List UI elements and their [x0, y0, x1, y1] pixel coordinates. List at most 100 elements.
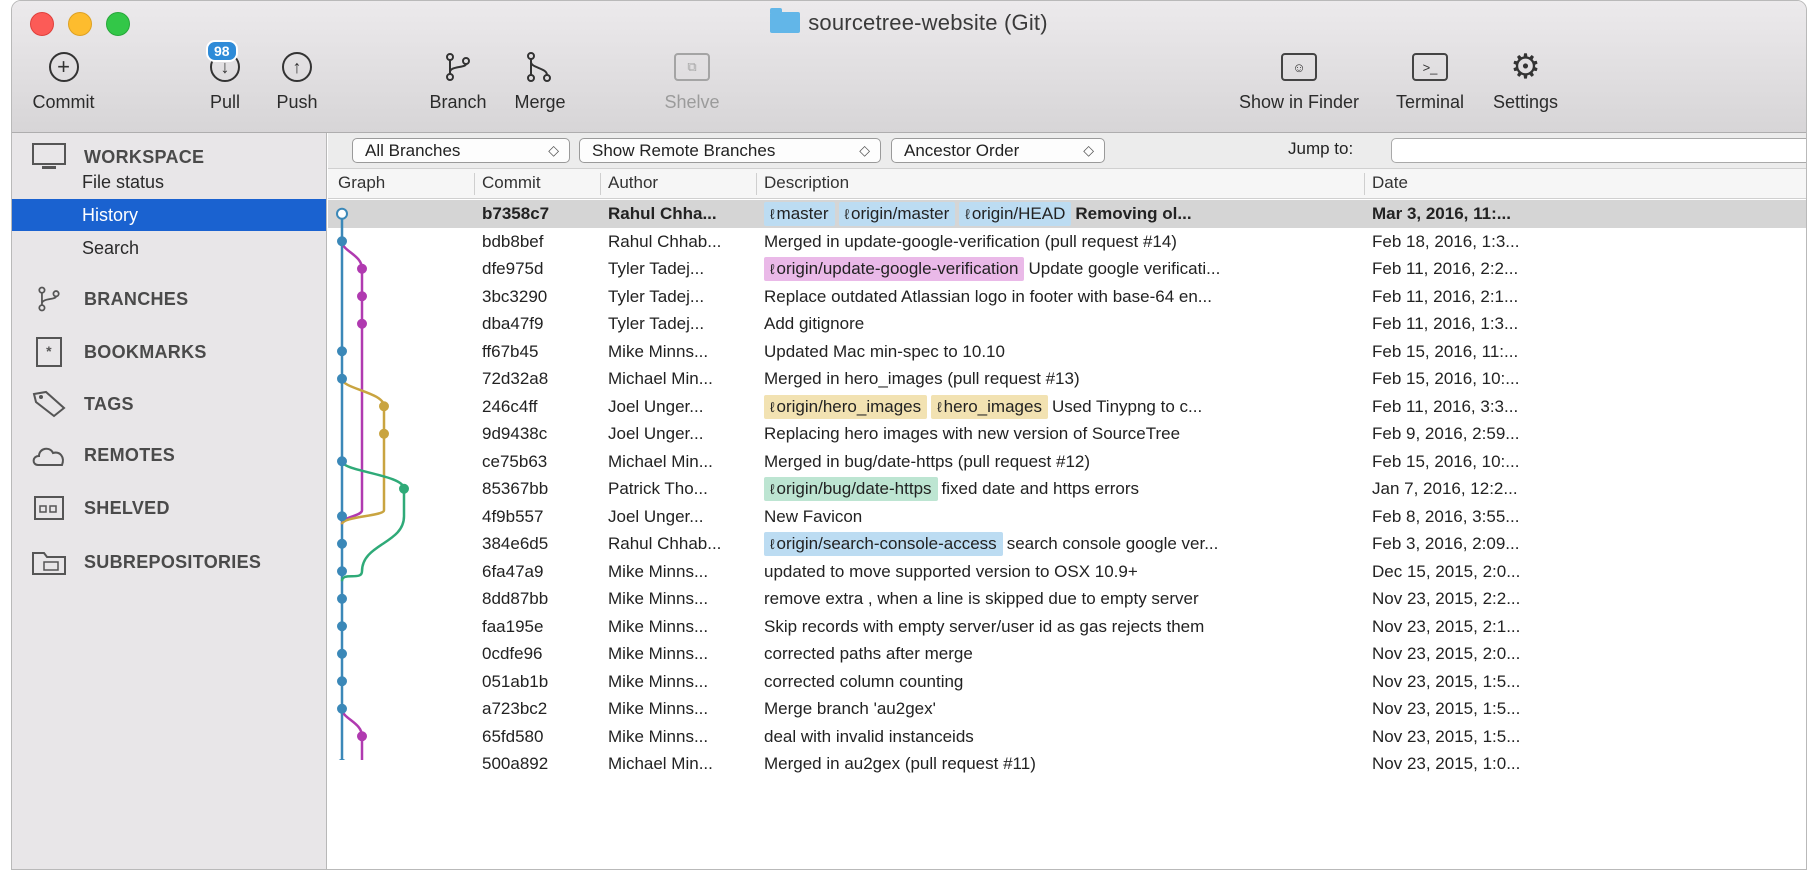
branch-filter-select[interactable]: All Branches ◇	[352, 138, 570, 163]
commit-node[interactable]	[336, 207, 348, 220]
commit-message: updated to move supported version to OSX…	[764, 561, 1138, 581]
sidebar-item-history[interactable]: History	[12, 199, 326, 231]
commit-author: Joel Unger...	[608, 396, 704, 416]
branch-label-chip[interactable]: ℓ origin/bug/date-https	[764, 477, 938, 501]
commit-message: Removing ol...	[1075, 204, 1192, 223]
commit-node[interactable]	[337, 538, 347, 549]
terminal-button[interactable]: >_ Terminal	[1385, 47, 1475, 113]
commit-message: Add gitignore	[764, 314, 865, 333]
commit-date: Feb 15, 2016, 10:...	[1372, 451, 1520, 471]
commit-node[interactable]	[337, 236, 347, 247]
commit-node[interactable]	[337, 511, 347, 522]
sidebar-section-bookmarks[interactable]: * BOOKMARKS	[32, 337, 207, 367]
commit-hash: a723bc2	[482, 699, 548, 718]
commit-node[interactable]	[357, 291, 367, 302]
commit-node[interactable]	[337, 621, 347, 632]
commit-row[interactable]: 3bc3290 Tyler Tadej... Replace outdated At…	[328, 283, 1806, 311]
commit-row[interactable]: 9d9438c Joel Unger... Replacing hero image…	[328, 420, 1806, 448]
commit-row[interactable]: b7358c7 Rahul Chha... ℓ master ℓ origin/maste…	[328, 200, 1806, 228]
branch-label-chip[interactable]: ℓ origin/update-google-verification	[764, 257, 1025, 281]
commit-date: Feb 8, 2016, 3:55...	[1372, 506, 1520, 526]
sidebar-section-tags[interactable]: TAGS	[32, 390, 134, 418]
commit-node[interactable]	[357, 318, 367, 329]
show-in-finder-button[interactable]: ☺ Show in Finder	[1224, 47, 1374, 113]
commit-author: Michael Min...	[608, 369, 713, 388]
commit-row[interactable]: 4f9b557 Joel Unger... New Favicon Feb 8, 20…	[328, 503, 1806, 531]
branch-label-chip[interactable]: ℓ master	[764, 202, 835, 226]
commit-hash: dba47f9	[482, 314, 544, 333]
push-button[interactable]: ↑ Push	[262, 47, 332, 113]
sidebar-section-remotes[interactable]: REMOTES	[32, 443, 175, 467]
commit-node[interactable]	[379, 428, 389, 439]
commit-node[interactable]	[337, 456, 347, 467]
sidebar-section-branches[interactable]: BRANCHES	[32, 284, 188, 314]
settings-button[interactable]: ⚙ Settings	[1483, 47, 1568, 113]
merge-icon	[527, 52, 551, 82]
sidebar-item-file-status[interactable]: File status	[12, 166, 326, 198]
commit-row[interactable]: 85367bb Patrick Tho... ℓ origin/bug/date-ht…	[328, 475, 1806, 503]
sidebar-section-shelved[interactable]: SHELVED	[32, 496, 170, 520]
commit-author: Michael Min...	[608, 451, 713, 471]
commit-description: Updated Mac min-spec to 10.10	[764, 338, 1364, 365]
commit-node[interactable]	[337, 676, 347, 687]
branch-label-text: origin/update-google-verification	[776, 259, 1019, 278]
sidebar-item-search[interactable]: Search	[12, 232, 326, 264]
commit-row[interactable]: faa195e Mike Minns... Skip records with em…	[328, 613, 1806, 641]
commit-description: ℓ origin/bug/date-https fixed date and htt…	[764, 475, 1364, 502]
gear-icon: ⚙	[1510, 48, 1541, 86]
select-arrows-icon: ◇	[859, 142, 870, 158]
branch-label-text: origin/hero_images	[776, 396, 922, 416]
pull-button[interactable]: ↓ 98 Pull	[190, 40, 260, 113]
commit-row[interactable]: 246c4ff Joel Unger... ℓ origin/hero_images ℓ…	[328, 393, 1806, 421]
commit-node[interactable]	[379, 401, 389, 412]
commit-row[interactable]: dfe975d Tyler Tadej... ℓ origin/update-goog…	[328, 255, 1806, 283]
branch-label-chip[interactable]: ℓ origin/hero_images	[764, 394, 928, 419]
commit-row[interactable]: ff67b45 Mike Minns... Updated Mac min-spec…	[328, 338, 1806, 366]
subrepository-folder-icon	[32, 549, 66, 575]
remote-branches-select[interactable]: Show Remote Branches ◇	[579, 138, 881, 163]
column-header-date[interactable]: Date	[1372, 173, 1408, 193]
branch-label-chip[interactable]: ℓ hero_images	[931, 394, 1048, 419]
commit-row[interactable]: 0cdfe96 Mike Minns... corrected paths afte…	[328, 640, 1806, 668]
commit-node[interactable]	[337, 703, 347, 714]
commit-node[interactable]	[337, 373, 347, 384]
branch-label-chip[interactable]: ℓ origin/search-console-access	[764, 532, 1003, 556]
commit-node[interactable]	[337, 566, 347, 577]
branch-button[interactable]: Branch	[417, 47, 499, 113]
column-header-commit[interactable]: Commit	[482, 173, 541, 193]
commit-message: Merged in update-google-verification (pu…	[764, 231, 1177, 251]
commit-node[interactable]	[337, 648, 347, 659]
sidebar-section-subrepositories[interactable]: SUBREPOSITORIES	[32, 549, 261, 575]
commit-row[interactable]: a723bc2 Mike Minns... Merge branch 'au2gex…	[328, 695, 1806, 723]
commit-row[interactable]: dba47f9 Tyler Tadej... Add gitignore Feb 11…	[328, 310, 1806, 338]
commit-date: Nov 23, 2015, 1:5...	[1372, 671, 1521, 691]
commit-row[interactable]: 8dd87bb Mike Minns... remove extra , when …	[328, 585, 1806, 613]
commit-node[interactable]	[337, 346, 347, 357]
commit-row[interactable]: 72d32a8 Michael Min... Merged in hero_imag…	[328, 365, 1806, 393]
commit-row[interactable]: bdb8bef Rahul Chhab... Merged in update-go…	[328, 228, 1806, 256]
commit-author: Mike Minns...	[608, 699, 709, 718]
commit-author: Joel Unger...	[608, 506, 704, 526]
commit-row[interactable]: 384e6d5 Rahul Chhab... ℓ origin/search-cons…	[328, 530, 1806, 558]
commit-row[interactable]: 65fd580 Mike Minns... deal with invalid in…	[328, 723, 1806, 751]
column-header-author[interactable]: Author	[608, 173, 658, 193]
commit-node[interactable]	[357, 263, 367, 274]
commit-row[interactable]: 6fa47a9 Mike Minns... updated to move supp…	[328, 558, 1806, 586]
column-header-description[interactable]: Description	[764, 173, 849, 193]
branch-label-chip[interactable]: ℓ origin/HEAD	[959, 202, 1072, 226]
branch-label-chip[interactable]: ℓ origin/master	[838, 202, 956, 226]
commit-author: Mike Minns...	[608, 561, 709, 581]
commit-row[interactable]: ce75b63 Michael Min... Merged in bug/date-…	[328, 448, 1806, 476]
order-select[interactable]: Ancestor Order ◇	[891, 138, 1105, 163]
commit-node[interactable]	[337, 593, 347, 604]
jump-to-input[interactable]	[1391, 138, 1806, 163]
commit-row[interactable]: 500a892 Michael Min... Merged in au2gex (p…	[328, 750, 1806, 778]
commit-row[interactable]: 051ab1b Mike Minns... corrected column cou…	[328, 668, 1806, 696]
shelve-button[interactable]: ⧉ Shelve	[652, 47, 732, 113]
commit-hash: 9d9438c	[482, 424, 548, 443]
column-header-graph[interactable]: Graph	[338, 173, 385, 193]
commit-node[interactable]	[399, 483, 409, 494]
commit-node[interactable]	[357, 731, 367, 742]
commit-button[interactable]: + Commit	[26, 47, 101, 113]
merge-button[interactable]: Merge	[504, 47, 576, 113]
